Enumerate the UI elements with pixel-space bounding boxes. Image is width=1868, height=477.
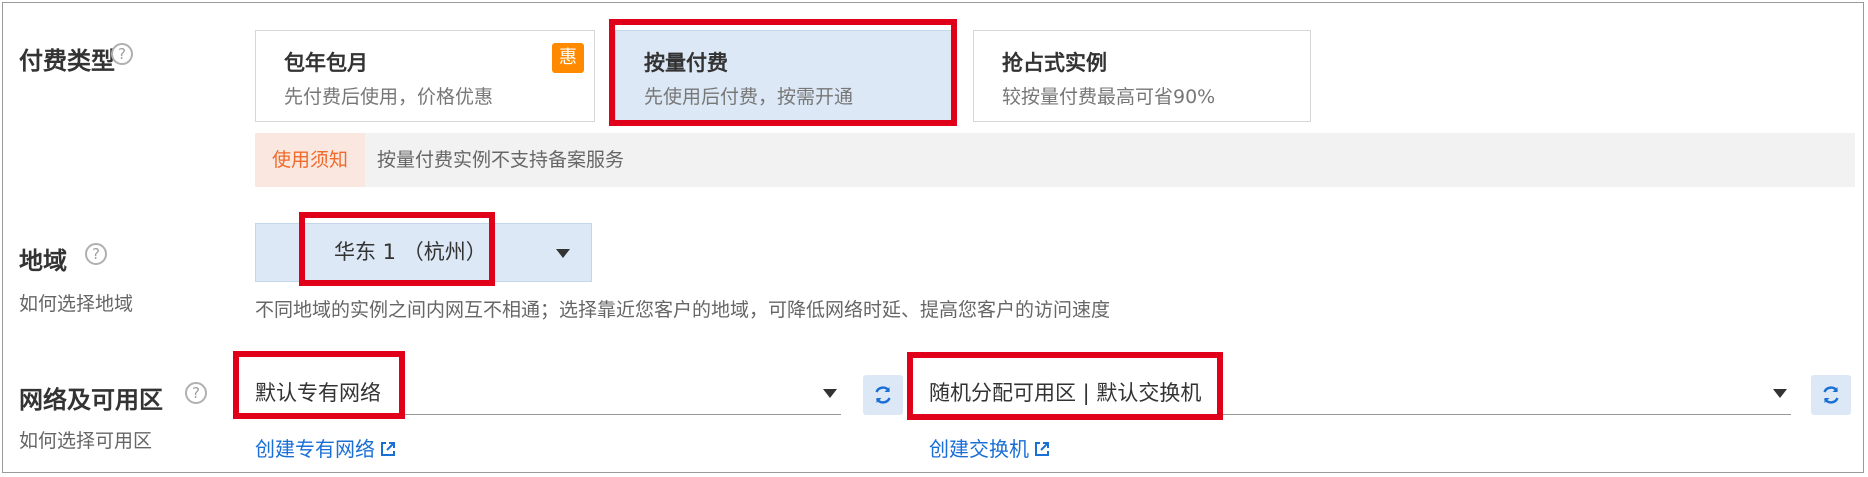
refresh-vpc-button[interactable] — [863, 375, 903, 415]
help-circle-icon[interactable]: ? — [185, 382, 207, 404]
usage-notice: 使用须知 按量付费实例不支持备案服务 — [255, 133, 1855, 187]
payment-type-label: 付费类型 — [19, 47, 115, 75]
region-select[interactable]: 华东 1 （杭州） — [255, 223, 592, 282]
usage-notice-text: 按量付费实例不支持备案服务 — [377, 149, 625, 171]
payment-option-title: 抢占式实例 — [1002, 51, 1107, 75]
create-vpc-link-text: 创建专有网络 — [255, 437, 375, 461]
zone-help-link[interactable]: 如何选择可用区 — [19, 426, 152, 453]
create-switch-link[interactable]: 创建交换机 — [929, 433, 1051, 462]
create-vpc-link[interactable]: 创建专有网络 — [255, 433, 397, 462]
dropdown-caret-icon — [1773, 389, 1787, 398]
vpc-select[interactable]: 默认专有网络 — [251, 373, 841, 415]
zone-switch-select[interactable]: 随机分配可用区 | 默认交换机 — [925, 373, 1791, 415]
payment-option-desc: 较按量付费最高可省90% — [1002, 86, 1216, 108]
usage-notice-tag: 使用须知 — [255, 133, 365, 187]
create-switch-link-text: 创建交换机 — [929, 437, 1029, 461]
payment-option-title: 包年包月 — [284, 51, 368, 75]
region-label: 地域 — [19, 247, 67, 275]
form-frame: 付费类型 ? 包年包月 先付费后使用，价格优惠 惠 按量付费 先使用后付费，按需… — [2, 2, 1864, 473]
dropdown-caret-icon — [823, 389, 837, 398]
payment-option-pay-as-you-go[interactable]: 按量付费 先使用后付费，按需开通 — [615, 30, 952, 122]
payment-option-desc: 先付费后使用，价格优惠 — [284, 86, 494, 108]
refresh-zone-button[interactable] — [1811, 375, 1851, 415]
dropdown-caret-icon — [556, 249, 570, 258]
external-link-icon — [1035, 442, 1049, 456]
refresh-icon — [875, 386, 891, 404]
discount-badge: 惠 — [552, 43, 584, 73]
payment-option-desc: 先使用后付费，按需开通 — [644, 86, 854, 108]
zone-selected-value: 随机分配可用区 | 默认交换机 — [929, 381, 1202, 405]
refresh-icon — [1823, 386, 1839, 404]
help-circle-icon[interactable]: ? — [111, 43, 133, 65]
region-help-link[interactable]: 如何选择地域 — [19, 289, 133, 316]
payment-option-subscription[interactable]: 包年包月 先付费后使用，价格优惠 惠 — [255, 30, 595, 122]
payment-option-preemptible[interactable]: 抢占式实例 较按量付费最高可省90% — [973, 30, 1311, 122]
region-selected-value: 华东 1 （杭州） — [334, 240, 487, 264]
vpc-selected-value: 默认专有网络 — [255, 381, 381, 405]
region-hint: 不同地域的实例之间内网互不相通；选择靠近您客户的地域，可降低网络时延、提高您客户… — [255, 299, 1111, 321]
help-circle-icon[interactable]: ? — [85, 243, 107, 265]
external-link-icon — [381, 442, 395, 456]
network-zone-label: 网络及可用区 — [19, 386, 163, 414]
payment-option-title: 按量付费 — [644, 51, 728, 75]
